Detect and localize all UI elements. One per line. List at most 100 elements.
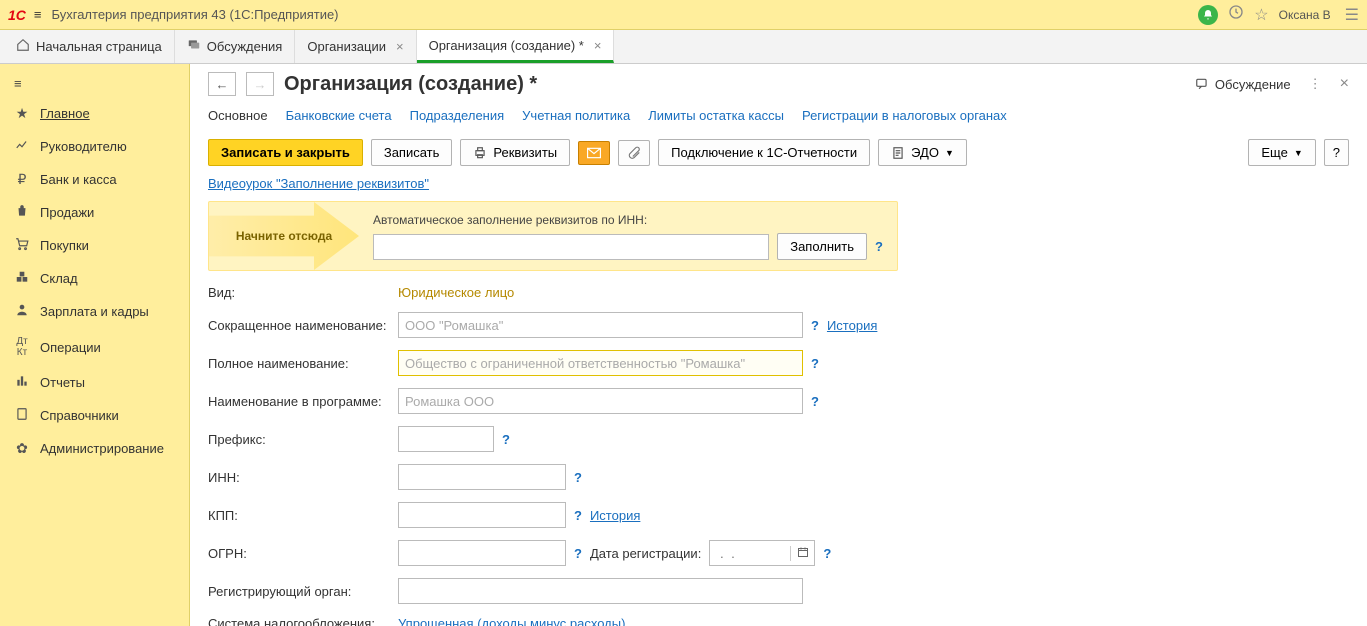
page-title: Организация (создание) *	[284, 73, 1185, 96]
notification-icon[interactable]	[1198, 5, 1218, 25]
inn-autofill-input[interactable]	[373, 234, 769, 260]
help-icon[interactable]: ?	[811, 394, 819, 409]
history-link[interactable]: История	[590, 508, 640, 523]
connect-1c-button[interactable]: Подключение к 1С-Отчетности	[658, 139, 870, 166]
paperclip-icon	[627, 146, 641, 160]
short-name-label: Сокращенное наименование:	[208, 318, 390, 333]
star-icon[interactable]: ☆	[1254, 5, 1268, 25]
help-icon[interactable]: ?	[811, 356, 819, 371]
more-label: Еще	[1261, 145, 1287, 160]
kind-label: Вид:	[208, 285, 390, 300]
calendar-icon[interactable]	[790, 546, 814, 561]
sidebar-item-hr[interactable]: Зарплата и кадры	[0, 295, 189, 328]
sidebar-item-purchases[interactable]: Покупки	[0, 229, 189, 262]
sidebar-item-operations[interactable]: ДтКт Операции	[0, 328, 189, 366]
ruble-icon: ₽	[14, 171, 30, 188]
tab-discussions[interactable]: Обсуждения	[175, 30, 296, 63]
kpp-label: КПП:	[208, 508, 390, 523]
nav-back-button[interactable]: ←	[208, 72, 236, 96]
fill-button[interactable]: Заполнить	[777, 233, 867, 260]
sub-tabs: Основное Банковские счета Подразделения …	[208, 104, 1349, 129]
sidebar-item-sales[interactable]: Продажи	[0, 196, 189, 229]
short-name-field[interactable]	[398, 312, 803, 338]
program-name-field[interactable]	[398, 388, 803, 414]
subtab-dept[interactable]: Подразделения	[410, 104, 505, 129]
tabs-bar: Начальная страница Обсуждения Организаци…	[0, 30, 1367, 64]
help-icon[interactable]: ?	[574, 546, 582, 561]
sidebar-item-main[interactable]: ★ Главное	[0, 97, 189, 130]
tab-org-create[interactable]: Организация (создание) * ×	[417, 30, 615, 63]
sidebar: ≡ ★ Главное Руководителю ₽ Банк и касса …	[0, 64, 190, 626]
sidebar-item-label: Зарплата и кадры	[40, 304, 149, 319]
user-label[interactable]: Оксана В	[1279, 8, 1331, 22]
inn-field[interactable]	[398, 464, 566, 490]
close-icon[interactable]: ×	[594, 38, 602, 53]
help-icon[interactable]: ?	[574, 470, 582, 485]
help-button[interactable]: ?	[1324, 139, 1349, 166]
more-icon[interactable]: ⋮	[1305, 76, 1326, 92]
start-here-block: Начните отсюда Автоматическое заполнение…	[208, 201, 898, 271]
subtab-main[interactable]: Основное	[208, 104, 268, 129]
nav-forward-button: →	[246, 72, 274, 96]
trend-icon	[14, 138, 30, 155]
sidebar-item-refs[interactable]: Справочники	[0, 399, 189, 432]
regorg-field[interactable]	[398, 578, 803, 604]
person-icon	[14, 303, 30, 320]
discussion-label: Обсуждение	[1215, 77, 1291, 92]
chat-icon	[1195, 77, 1209, 91]
sidebar-item-admin[interactable]: ✿ Администрирование	[0, 432, 189, 465]
sidebar-item-manager[interactable]: Руководителю	[0, 130, 189, 163]
sidebar-item-bank[interactable]: ₽ Банк и касса	[0, 163, 189, 196]
save-button[interactable]: Записать	[371, 139, 453, 166]
kpp-field[interactable]	[398, 502, 566, 528]
help-icon[interactable]: ?	[875, 239, 883, 254]
full-name-label: Полное наименование:	[208, 356, 390, 371]
requisites-button[interactable]: Реквизиты	[460, 139, 570, 166]
regdate-field[interactable]	[709, 540, 815, 566]
tab-orgs[interactable]: Организации ×	[295, 30, 416, 63]
discussion-button[interactable]: Обсуждение	[1195, 77, 1291, 92]
subtab-limits[interactable]: Лимиты остатка кассы	[648, 104, 784, 129]
save-close-button[interactable]: Записать и закрыть	[208, 139, 363, 166]
subtab-bank[interactable]: Банковские счета	[286, 104, 392, 129]
full-name-field[interactable]	[398, 350, 803, 376]
ogrn-field[interactable]	[398, 540, 566, 566]
mail-button[interactable]	[578, 141, 610, 165]
sidebar-item-warehouse[interactable]: Склад	[0, 262, 189, 295]
history-icon[interactable]	[1228, 4, 1244, 25]
more-button[interactable]: Еще ▼	[1248, 139, 1315, 166]
taxsystem-value[interactable]: Упрощенная (доходы минус расходы)	[398, 616, 625, 626]
content-area: ← → Организация (создание) * Обсуждение …	[190, 64, 1367, 626]
tab-home[interactable]: Начальная страница	[4, 30, 175, 63]
video-link[interactable]: Видеоурок "Заполнение реквизитов"	[208, 176, 429, 191]
menu-icon[interactable]: ≡	[34, 7, 42, 22]
subtab-policy[interactable]: Учетная политика	[522, 104, 630, 129]
sidebar-item-label: Администрирование	[40, 441, 164, 456]
sidebar-item-reports[interactable]: Отчеты	[0, 366, 189, 399]
start-hint: Начните отсюда	[209, 202, 359, 270]
prefix-field[interactable]	[398, 426, 494, 452]
envelope-icon	[587, 147, 601, 159]
user-menu-icon[interactable]: ☰	[1345, 5, 1359, 25]
history-link[interactable]: История	[827, 318, 877, 333]
boxes-icon	[14, 270, 30, 287]
help-icon[interactable]: ?	[823, 546, 831, 561]
cart-icon	[14, 237, 30, 254]
start-hint-label: Начните отсюда	[236, 229, 332, 243]
help-icon[interactable]: ?	[502, 432, 510, 447]
help-icon[interactable]: ?	[574, 508, 582, 523]
tab-home-label: Начальная страница	[36, 39, 162, 54]
attach-button[interactable]	[618, 140, 650, 166]
regdate-input[interactable]	[710, 541, 790, 565]
prefix-label: Префикс:	[208, 432, 390, 447]
subtab-tax[interactable]: Регистрации в налоговых органах	[802, 104, 1007, 129]
gear-icon: ✿	[14, 440, 30, 457]
help-icon[interactable]: ?	[811, 318, 819, 333]
book-icon	[14, 407, 30, 424]
close-icon[interactable]: ×	[396, 39, 404, 54]
taxsystem-label: Система налогообложения:	[208, 616, 390, 626]
close-panel-icon[interactable]: ×	[1340, 75, 1349, 93]
kind-value[interactable]: Юридическое лицо	[398, 285, 514, 300]
edo-button[interactable]: ЭДО ▼	[878, 139, 967, 166]
sidebar-toggle[interactable]: ≡	[0, 70, 189, 97]
